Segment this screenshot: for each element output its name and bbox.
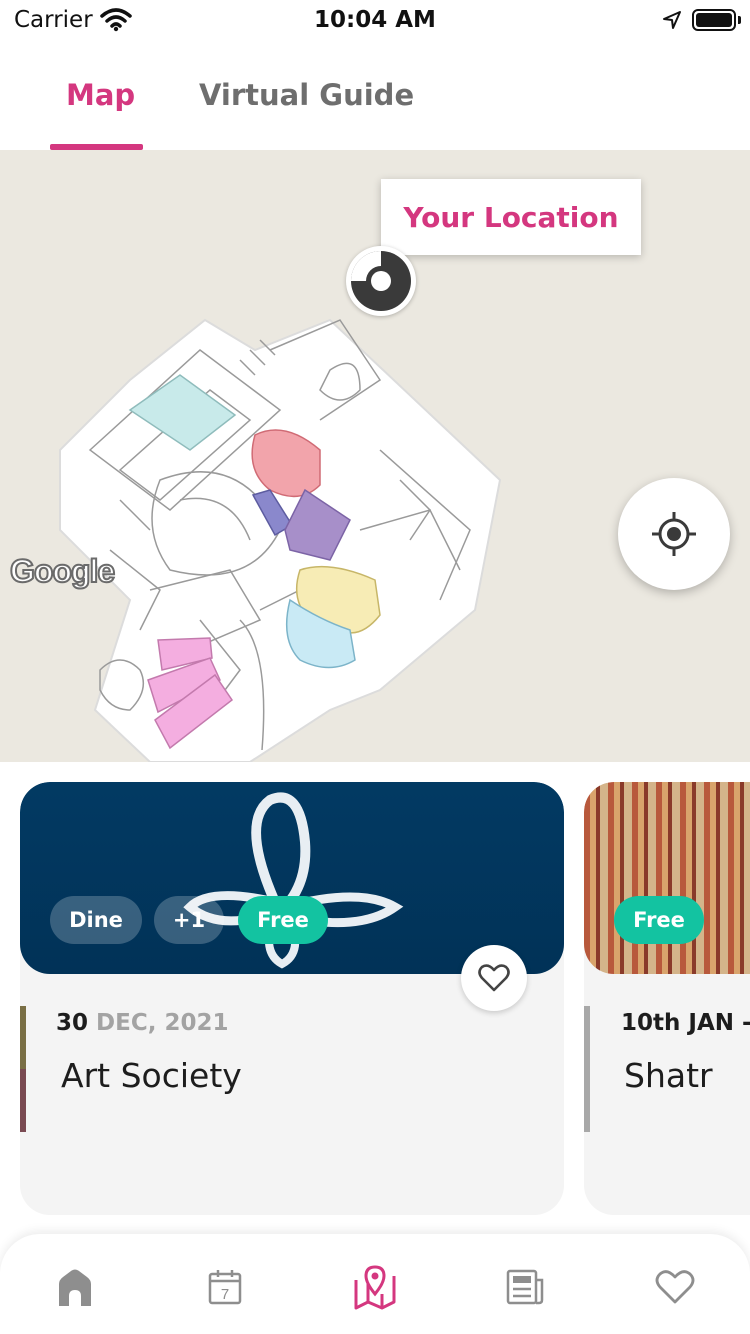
nav-home[interactable]: [50, 1262, 100, 1312]
nav-calendar[interactable]: 7: [200, 1262, 250, 1312]
map-view[interactable]: Your Location Google: [0, 150, 750, 762]
calendar-icon: 7: [208, 1270, 242, 1305]
event-image: Dine +1 Free: [20, 782, 564, 974]
heart-icon: [655, 1270, 695, 1304]
nav-map[interactable]: [350, 1262, 400, 1312]
top-tabs: Map Virtual Guide: [0, 42, 750, 150]
battery-tip: [738, 16, 741, 24]
tab-virtual-guide[interactable]: Virtual Guide: [199, 78, 414, 112]
event-image: Free: [584, 782, 750, 974]
event-date: 10th JAN -: [621, 1010, 750, 1036]
map-icon: [354, 1265, 396, 1310]
nav-news[interactable]: [500, 1262, 550, 1312]
home-icon: [59, 1269, 91, 1306]
event-cards-carousel[interactable]: Dine +1 Free 30 DEC, 2021 Art Society Fr…: [0, 762, 750, 1232]
heart-outline-icon: [478, 964, 510, 992]
news-icon: [506, 1269, 544, 1305]
location-arrow-icon: [663, 11, 681, 29]
date-accent-bar: [584, 1006, 590, 1132]
event-date-day: 10th JAN -: [621, 1010, 750, 1036]
location-dot-icon: [351, 251, 411, 311]
event-title: Shatr: [624, 1056, 713, 1095]
your-location-tooltip: Your Location: [381, 179, 641, 255]
event-date-day: 30: [56, 1010, 89, 1036]
battery-icon: [692, 9, 736, 31]
crosshair-icon: [652, 512, 696, 556]
free-badge: Free: [614, 896, 704, 944]
recenter-button[interactable]: [618, 478, 730, 590]
calendar-day-number: 7: [221, 1286, 229, 1303]
category-badge: Dine: [50, 896, 142, 944]
favorite-button[interactable]: [461, 945, 527, 1011]
status-bar: Carrier 10:04 AM: [0, 0, 750, 42]
tab-map[interactable]: Map: [66, 78, 135, 112]
date-accent-bar: [20, 1006, 26, 1132]
event-logo-image: [183, 792, 404, 969]
google-logo: Google: [9, 552, 116, 590]
status-time: 10:04 AM: [314, 7, 436, 33]
event-card[interactable]: Free 10th JAN - Shatr: [584, 782, 750, 1215]
event-date-month-year: DEC, 2021: [88, 1010, 229, 1036]
bottom-navigation: 7: [0, 1234, 750, 1334]
user-location-marker[interactable]: [346, 246, 416, 316]
free-badge: Free: [238, 896, 328, 944]
event-date: 30 DEC, 2021: [56, 1010, 228, 1036]
nav-favorites[interactable]: [650, 1262, 700, 1312]
event-title: Art Society: [61, 1056, 242, 1095]
more-categories-badge: +1: [154, 896, 224, 944]
